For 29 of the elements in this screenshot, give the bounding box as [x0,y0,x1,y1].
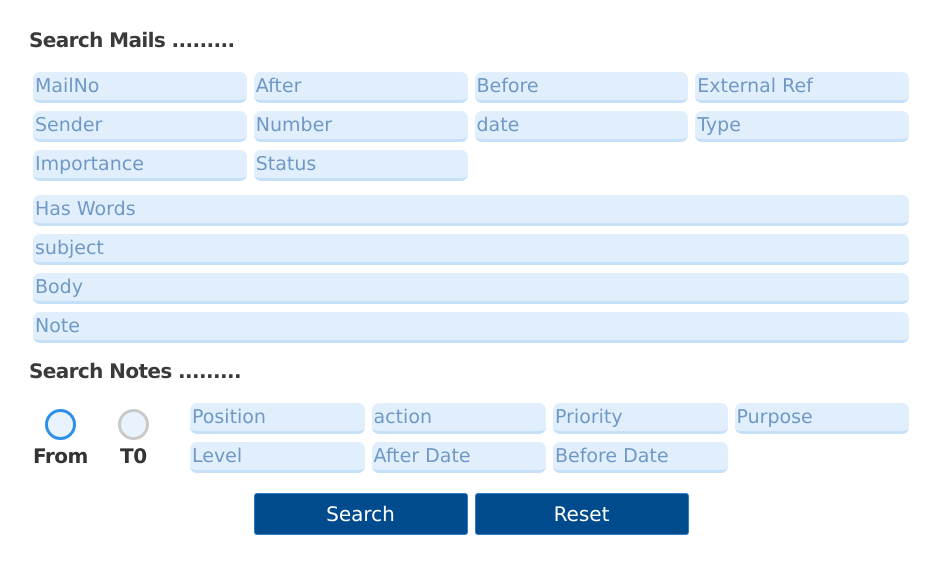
input-field[interactable]: date [474,111,688,142]
input-field[interactable]: After Date [372,442,546,473]
search-button[interactable]: Search [254,493,468,535]
input-field[interactable]: action [372,403,546,434]
input-field[interactable]: Type [695,111,909,142]
input-field[interactable]: Body [33,273,909,304]
input-field[interactable]: Before [474,72,688,103]
input-field[interactable]: MailNo [33,72,247,103]
input-field[interactable]: Before Date [553,442,728,473]
input-field[interactable]: Position [190,403,364,434]
input-field[interactable]: External Ref [695,72,909,103]
input-field[interactable]: Has Words [33,195,909,226]
input-field[interactable]: Sender [33,111,247,142]
radio-button[interactable] [44,409,76,440]
radio-label: T0 [120,444,147,468]
radio-label: From [33,444,88,468]
input-field[interactable]: Status [254,150,468,181]
section-title: Search Notes ......... [29,359,242,385]
input-field[interactable]: subject [33,234,909,265]
input-field[interactable]: Priority [553,403,728,434]
input-field[interactable]: Number [254,111,468,142]
section-title: Search Mails ......... [29,28,236,54]
input-field[interactable]: Note [33,312,909,343]
reset-button[interactable]: Reset [474,493,688,535]
input-field[interactable]: Importance [33,150,247,181]
input-field[interactable]: Purpose [734,403,909,434]
radio-button[interactable] [118,409,149,440]
input-field[interactable]: After [254,72,468,103]
input-field[interactable]: Level [190,442,364,473]
